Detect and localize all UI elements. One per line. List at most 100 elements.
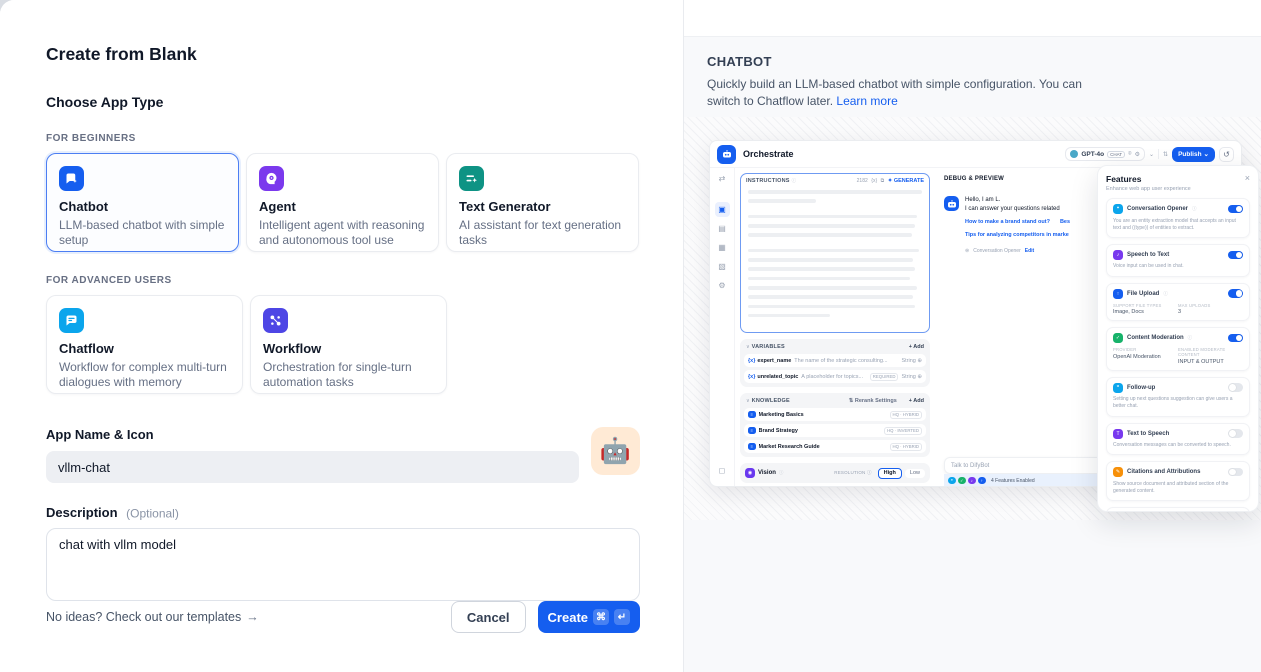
index-mode-badge: HQ · INVERTED <box>884 427 922 435</box>
variables-panel: ∨ VARIABLES + Add {x} expert_name The na… <box>740 339 930 387</box>
feature-follow-up: ❞ Follow-up Setting up next questions su… <box>1106 377 1250 417</box>
knowledge-row[interactable]: ≡ Market Research Guide HQ · HYBRID <box>744 440 926 453</box>
app-name-label: App Name & Icon <box>46 427 640 442</box>
vision-row: ◉ Vision ⓘ RESOLUTION ⓘ High Low <box>740 463 930 483</box>
toggle[interactable] <box>1228 205 1243 214</box>
chevron-down-icon: ⌄ <box>1204 150 1209 158</box>
info-icon: ⓘ <box>792 178 797 184</box>
app-icon-emoji: 🤖 <box>600 437 631 466</box>
swap-icon[interactable]: ⇄ <box>715 171 730 186</box>
card-chatbot[interactable]: Chatbot LLM-based chatbot with simple se… <box>46 153 239 252</box>
variable-row[interactable]: {x} unrelated_topic A placeholder for to… <box>744 370 926 383</box>
orchestrate-title: Orchestrate <box>743 149 794 159</box>
add-knowledge-button[interactable]: + Add <box>909 398 924 404</box>
suggested-question[interactable]: Bes <box>1060 218 1070 227</box>
description-textarea[interactable]: chat with vllm model <box>46 528 640 601</box>
chevron-down-icon[interactable]: ∨ <box>746 398 750 404</box>
app-type-preview-pane: CHATBOT Quickly build an LLM-based chatb… <box>683 0 1261 672</box>
greeting-line: Hello, I am L. <box>965 196 1070 205</box>
beginners-section-label: FOR BEGINNERS <box>46 133 640 144</box>
toggle[interactable] <box>1228 334 1243 343</box>
copy-icon: ⧉ <box>881 178 885 184</box>
instructions-title: INSTRUCTIONS <box>746 178 790 184</box>
card-title: Chatbot <box>59 199 226 214</box>
bot-avatar <box>944 196 959 211</box>
app-avatar-icon <box>717 145 736 164</box>
feature-file-upload: ↑ File Upload ⓘ SUPPORT FILE TYPESImage,… <box>1106 283 1250 322</box>
collapse-icon[interactable]: ◻ <box>715 463 730 478</box>
suggested-question[interactable]: Tips for analyzing competitors in marke <box>965 231 1069 240</box>
advanced-section-label: FOR ADVANCED USERS <box>46 275 640 286</box>
chevron-down-icon: ⌄ <box>1149 151 1154 158</box>
rerank-settings-button[interactable]: ⇅ Rerank Settings <box>849 398 897 404</box>
resolution-low-option[interactable]: Low <box>905 469 925 478</box>
mic-icon: ♪ <box>1113 250 1123 260</box>
toggle[interactable] <box>1228 251 1243 260</box>
card-agent[interactable]: Agent Intelligent agent with reasoning a… <box>246 153 439 252</box>
description-optional-label: (Optional) <box>121 505 184 522</box>
chat-bubble-icon: ❞ <box>1113 383 1123 393</box>
file-upload-chip-icon: ↑ <box>978 477 986 485</box>
variable-row[interactable]: {x} expert_name The name of the strategi… <box>744 354 926 367</box>
card-desc: Workflow for complex multi-turn dialogue… <box>59 360 230 389</box>
swap-icon: ⇅ <box>1163 151 1168 158</box>
model-selector[interactable]: GPT-4o CHAT ⌾ ⚙ <box>1065 147 1145 161</box>
features-enabled-count: 4 Features Enabled <box>991 478 1035 484</box>
mini-sidebar: ⇄ ▣ ▤ ▦ ▧ ⚙ ◻ <box>710 168 735 487</box>
card-desc: AI assistant for text generation tasks <box>459 218 626 247</box>
info-icon: ⓘ <box>1163 291 1168 297</box>
cancel-button[interactable]: Cancel <box>451 601 526 633</box>
page-title: Create from Blank <box>46 44 640 65</box>
learn-more-link[interactable]: Learn more <box>836 94 897 108</box>
info-icon: ⓘ <box>1192 206 1197 212</box>
card-workflow[interactable]: Workflow Orchestration for single-turn a… <box>250 295 447 394</box>
suggested-question[interactable]: How to make a brand stand out? <box>965 218 1050 227</box>
advanced-cards: Chatflow Workflow for complex multi-turn… <box>46 295 640 394</box>
toggle[interactable] <box>1228 289 1243 298</box>
orchestrate-tab-icon[interactable]: ▣ <box>715 202 730 217</box>
toggle[interactable] <box>1228 468 1243 477</box>
resolution-high-option[interactable]: High <box>878 468 902 479</box>
app-name-input[interactable] <box>46 451 579 483</box>
settings-icon: ⚙ <box>1135 151 1140 158</box>
feature-content-moderation: ✓ Content Moderation ⓘ PROVIDEROpenAI Mo… <box>1106 327 1250 371</box>
logs-tab-icon[interactable]: ▦ <box>715 240 730 255</box>
app-icon-picker[interactable]: 🤖 <box>591 427 640 475</box>
model-provider-icon <box>1070 150 1078 158</box>
card-desc: Intelligent agent with reasoning and aut… <box>259 218 426 247</box>
knowledge-row[interactable]: ≡ Marketing Basics HQ · HYBRID <box>744 408 926 421</box>
card-text-generator[interactable]: Text Generator AI assistant for text gen… <box>446 153 639 252</box>
create-button[interactable]: Create ⌘ ↵ <box>538 601 640 633</box>
features-panel: Features × Enhance web app user experien… <box>1097 165 1259 512</box>
variables-icon: {x} <box>871 178 877 184</box>
preview-tab-icon[interactable]: ▤ <box>715 221 730 236</box>
knowledge-row[interactable]: ≡ Brand Strategy HQ · INVERTED <box>744 424 926 437</box>
enabled-features-strip: ❝ ✓ ♪ ↑ 4 Features Enabled <box>944 474 1122 487</box>
conversation-opener-chip-icon: ❝ <box>948 477 956 485</box>
document-icon: ≡ <box>748 427 756 435</box>
talk-input[interactable]: Talk to DifyBot <box>944 457 1122 474</box>
edit-opener-link[interactable]: Edit <box>1025 247 1034 256</box>
info-icon: ⓘ <box>1188 335 1193 341</box>
choose-app-type-heading: Choose App Type <box>46 94 640 110</box>
card-chatflow[interactable]: Chatflow Workflow for complex multi-turn… <box>46 295 243 394</box>
generate-button[interactable]: ✦ GENERATE <box>888 178 924 184</box>
toggle[interactable] <box>1228 383 1243 392</box>
history-icon[interactable]: ↺ <box>1219 147 1234 162</box>
gear-icon[interactable]: ⚙ <box>715 278 730 293</box>
templates-link[interactable]: No ideas? Check out our templates→ <box>46 610 259 624</box>
conversation-opener-icon: ❝ <box>1113 204 1123 214</box>
model-mode-badge: CHAT <box>1107 151 1125 158</box>
preview-description: Quickly build an LLM-based chatbot with … <box>707 76 1104 109</box>
publish-button[interactable]: Publish⌄ <box>1172 147 1215 162</box>
notes-tab-icon[interactable]: ▧ <box>715 259 730 274</box>
cmd-key-icon: ⌘ <box>593 609 609 625</box>
chevron-down-icon[interactable]: ∨ <box>746 344 750 350</box>
toggle[interactable] <box>1228 429 1243 438</box>
opener-gear-icon: ⊜ <box>965 247 969 256</box>
close-icon[interactable]: × <box>1245 174 1250 182</box>
instructions-panel: INSTRUCTIONS ⓘ 2182 {x} ⧉ ✦ GENERATE <box>740 173 930 333</box>
add-variable-button[interactable]: + Add <box>909 344 924 350</box>
create-button-label: Create <box>548 610 588 625</box>
card-desc: LLM-based chatbot with simple setup <box>59 218 226 247</box>
